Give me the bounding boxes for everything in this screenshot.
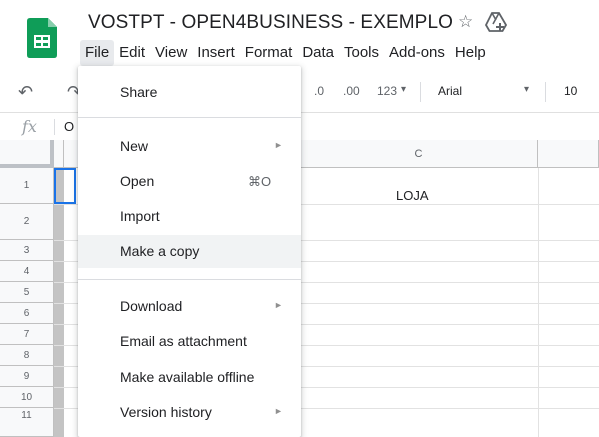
row-header[interactable]: 7 bbox=[0, 324, 54, 345]
document-title[interactable]: VOSTPT - OPEN4BUSINESS - EXEMPLO bbox=[88, 12, 453, 34]
row-header[interactable]: 3 bbox=[0, 240, 54, 261]
cell-c1[interactable]: LOJA bbox=[396, 188, 429, 203]
sheets-logo-icon[interactable] bbox=[27, 18, 57, 58]
font-select[interactable]: Arial bbox=[438, 84, 462, 98]
menu-item-version-history[interactable]: Version history ► bbox=[78, 396, 301, 429]
menu-item-shortcut: ⌘O bbox=[248, 174, 272, 189]
menu-item-new[interactable]: New ► bbox=[78, 130, 301, 163]
row-header[interactable]: 9 bbox=[0, 366, 54, 387]
menu-item-make-a-copy[interactable]: Make a copy bbox=[78, 235, 301, 268]
menu-bar: File Edit View Insert Format Data Tools … bbox=[80, 40, 491, 66]
row-header[interactable]: 4 bbox=[0, 261, 54, 282]
column-header-d[interactable] bbox=[538, 140, 599, 168]
menu-item-label: New bbox=[120, 138, 149, 154]
menu-item-label: Open bbox=[120, 173, 155, 189]
drive-move-icon[interactable] bbox=[485, 12, 507, 32]
menu-item-email-as-attachment[interactable]: Email as attachment bbox=[78, 325, 301, 358]
menu-format[interactable]: Format bbox=[240, 40, 298, 66]
menu-item-download[interactable]: Download ► bbox=[78, 290, 301, 323]
menu-item-label: Make a copy bbox=[120, 243, 200, 259]
menu-item-label: Make available offline bbox=[120, 369, 255, 385]
row-header[interactable]: 8 bbox=[0, 345, 54, 366]
menu-edit[interactable]: Edit bbox=[114, 40, 150, 66]
menu-tools[interactable]: Tools bbox=[339, 40, 384, 66]
menu-item-label: Share bbox=[120, 84, 158, 100]
more-formats-button[interactable]: 123 bbox=[377, 84, 397, 98]
increase-decimal-button[interactable]: .00 bbox=[343, 84, 360, 98]
row-header[interactable]: 1 bbox=[0, 168, 54, 204]
menu-view[interactable]: View bbox=[150, 40, 192, 66]
submenu-arrow-icon: ► bbox=[274, 300, 283, 310]
submenu-arrow-icon: ► bbox=[274, 406, 283, 416]
row-header[interactable]: 11 bbox=[0, 408, 54, 437]
column-header-a[interactable] bbox=[54, 140, 64, 168]
column-header-c[interactable]: C bbox=[300, 140, 538, 168]
selected-cell[interactable] bbox=[54, 168, 76, 204]
menu-separator bbox=[78, 279, 301, 280]
row-header[interactable]: 5 bbox=[0, 282, 54, 303]
star-icon[interactable]: ☆ bbox=[458, 12, 473, 32]
row-header[interactable]: 6 bbox=[0, 303, 54, 324]
toolbar-divider bbox=[420, 82, 421, 102]
row-header[interactable]: 10 bbox=[0, 387, 54, 408]
menu-data[interactable]: Data bbox=[297, 40, 339, 66]
dropdown-arrow-icon: ▾ bbox=[401, 84, 407, 95]
formula-divider bbox=[54, 119, 55, 135]
menu-file[interactable]: File bbox=[80, 40, 115, 66]
submenu-arrow-icon: ► bbox=[274, 140, 283, 150]
formula-input[interactable]: O bbox=[64, 119, 74, 134]
decrease-decimal-button[interactable]: .0 bbox=[314, 84, 324, 98]
menu-item-label: Download bbox=[120, 298, 183, 314]
file-menu-dropdown: Share New ► Open ⌘O Import Make a copy D… bbox=[78, 66, 301, 437]
menu-item-open[interactable]: Open ⌘O bbox=[78, 165, 301, 198]
menu-item-label: Version history bbox=[120, 404, 212, 420]
menu-item-label: Email as attachment bbox=[120, 333, 247, 349]
menu-item-make-available-offline[interactable]: Make available offline bbox=[78, 361, 301, 394]
menu-insert[interactable]: Insert bbox=[192, 40, 240, 66]
toolbar-divider bbox=[545, 82, 546, 102]
menu-addons[interactable]: Add-ons bbox=[384, 40, 450, 66]
menu-item-label: Import bbox=[120, 208, 160, 224]
row-header[interactable]: 2 bbox=[0, 204, 54, 240]
dropdown-arrow-icon: ▾ bbox=[524, 84, 530, 95]
undo-icon[interactable]: ↶ bbox=[18, 82, 33, 103]
select-all-corner[interactable] bbox=[0, 140, 54, 168]
menu-item-share[interactable]: Share bbox=[78, 76, 301, 109]
menu-item-import[interactable]: Import bbox=[78, 200, 301, 233]
fx-icon: fx bbox=[22, 117, 37, 136]
menu-help[interactable]: Help bbox=[450, 40, 491, 66]
menu-separator bbox=[78, 117, 301, 118]
font-size-select[interactable]: 10 bbox=[564, 84, 577, 98]
